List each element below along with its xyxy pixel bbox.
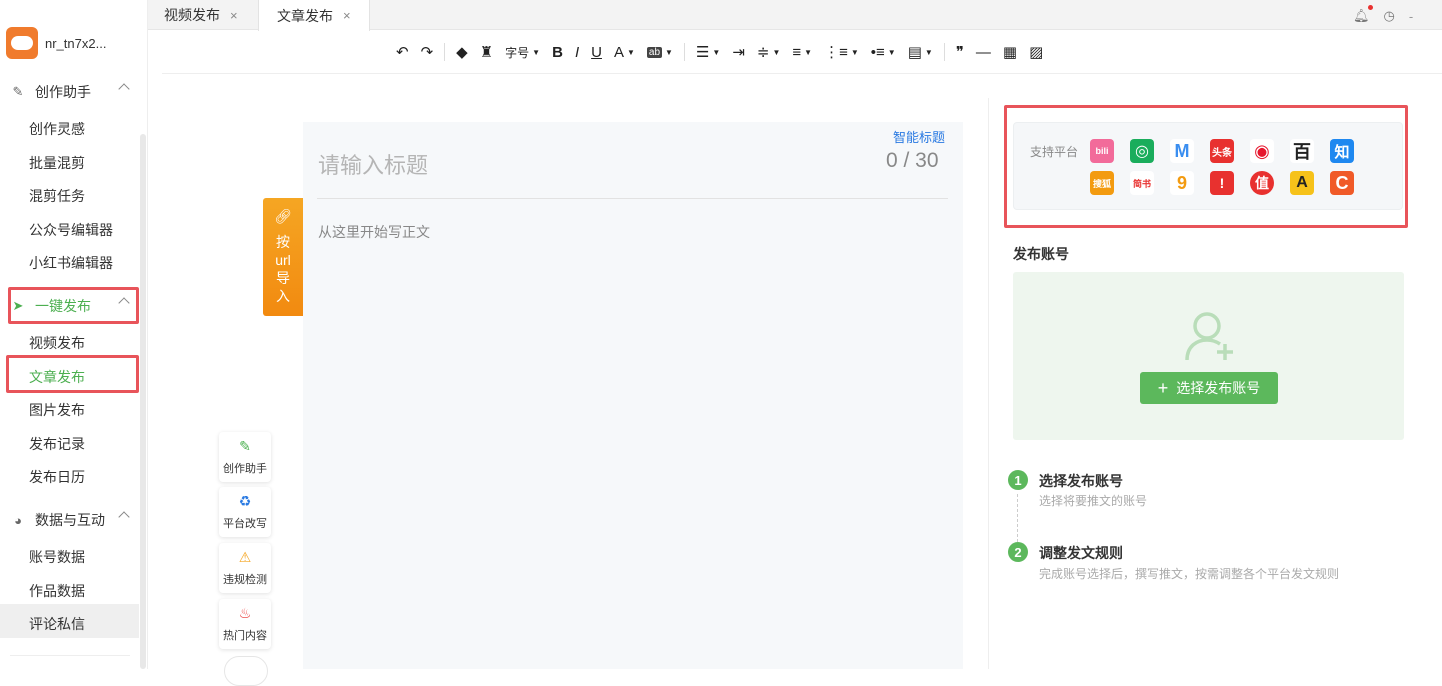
chevron-up-icon bbox=[118, 83, 130, 95]
step-connector bbox=[1017, 494, 1018, 542]
underline-button[interactable]: U bbox=[585, 40, 608, 64]
sidebar-item-image-publish[interactable]: 图片发布 bbox=[29, 400, 139, 420]
fire-icon: ♨ bbox=[238, 605, 252, 621]
sidebar-item-comments[interactable]: 评论私信 bbox=[29, 614, 139, 634]
title-divider bbox=[317, 198, 948, 199]
step-2-title: 调整发文规则 bbox=[1039, 545, 1123, 561]
username: nr_tn7x2... bbox=[45, 35, 107, 51]
sidebar-item-xiaohongshu-editor[interactable]: 小红书编辑器 bbox=[29, 253, 139, 273]
tool-hot-content[interactable]: ♨ 热门内容 bbox=[219, 599, 271, 649]
format-painter-icon[interactable]: ♜ bbox=[474, 40, 499, 64]
table-icon[interactable]: ▦ bbox=[997, 40, 1023, 64]
step-1-desc: 选择将要推文的账号 bbox=[1039, 494, 1148, 508]
url-import-button[interactable]: 🔗︎ 按url导入 bbox=[263, 198, 303, 316]
editor-area[interactable] bbox=[303, 122, 963, 669]
sidebar-section-creation[interactable]: ✎ 创作助手 bbox=[10, 75, 138, 109]
tab-article-publish[interactable]: 文章发布 × bbox=[258, 0, 370, 31]
sidebar-item-account-data[interactable]: 账号数据 bbox=[29, 547, 139, 567]
pen-icon: ✎ bbox=[12, 84, 24, 99]
smart-title-link[interactable]: 智能标题 bbox=[893, 127, 945, 146]
sidebar-item-works-data[interactable]: 作品数据 bbox=[29, 581, 139, 601]
pen-icon: ✎ bbox=[239, 438, 251, 454]
toolbar-separator bbox=[943, 43, 945, 61]
recycle-icon: ♻ bbox=[238, 493, 252, 509]
title-input[interactable]: 请输入标题 bbox=[318, 148, 428, 180]
step-1-title: 选择发布账号 bbox=[1039, 473, 1123, 489]
image-icon[interactable]: ▨ bbox=[1023, 40, 1049, 64]
more-tools-button[interactable] bbox=[224, 656, 268, 686]
tool-violation-check[interactable]: ⚠ 违规检测 bbox=[219, 543, 271, 593]
editor-toolbar: ↶ ↷ ◆ ♜ 字号 ▼ B I U A ▼ ab ▼ ☰ ▼ ⇥ ≑ ▼ ≡ ▼ ⋮≡ ▼ … bbox=[390, 40, 1049, 64]
sidebar-item-wechat-editor[interactable]: 公众号编辑器 bbox=[29, 220, 139, 240]
toolbar-separator bbox=[444, 43, 446, 61]
bell-icon[interactable]: 🔔︎ bbox=[1353, 5, 1373, 24]
chevron-up-icon bbox=[118, 511, 130, 523]
sidebar-item-inspiration[interactable]: 创作灵感 bbox=[29, 119, 139, 139]
bold-button[interactable]: B bbox=[546, 40, 569, 64]
step-2-badge: 2 bbox=[1008, 542, 1028, 562]
sidebar-section-data[interactable]: ◕ 数据与互动 bbox=[10, 503, 138, 537]
sidebar-scrollbar[interactable] bbox=[140, 134, 146, 669]
block-format-icon[interactable]: ▤ ▼ bbox=[902, 40, 939, 64]
italic-button[interactable]: I bbox=[569, 40, 585, 64]
tool-platform-rewrite[interactable]: ♻ 平台改写 bbox=[219, 487, 271, 537]
sidebar-item-publish-calendar[interactable]: 发布日历 bbox=[29, 467, 139, 487]
highlight-box-article-publish bbox=[6, 355, 139, 393]
user-profile[interactable]: nr_tn7x2... bbox=[6, 26, 106, 60]
plus-icon: + bbox=[1157, 377, 1169, 398]
sidebar-item-video-publish[interactable]: 视频发布 bbox=[29, 333, 139, 353]
pie-chart-icon: ◕ bbox=[14, 512, 22, 528]
undo-icon[interactable]: ↶ bbox=[390, 40, 415, 64]
link-icon: 🔗︎ bbox=[274, 208, 292, 224]
redo-icon[interactable]: ↷ bbox=[415, 40, 440, 64]
minimize-icon[interactable]: - bbox=[1409, 9, 1413, 24]
line-height-icon[interactable]: ≑ ▼ bbox=[751, 40, 787, 64]
font-color-dropdown[interactable]: A ▼ bbox=[608, 40, 641, 64]
quote-icon[interactable]: ❞ bbox=[950, 40, 970, 64]
toolbar-divider bbox=[162, 73, 1442, 74]
sidebar: nr_tn7x2... ✎ 创作助手 创作灵感 批量混剪 混剪任务 公众号编辑器… bbox=[0, 0, 148, 669]
sidebar-item-batch-mix[interactable]: 批量混剪 bbox=[29, 153, 139, 173]
clock-icon[interactable]: ◷ bbox=[1384, 8, 1395, 24]
align-left-icon[interactable]: ☰ ▼ bbox=[690, 40, 726, 64]
font-size-dropdown[interactable]: 字号 ▼ bbox=[499, 40, 546, 64]
highlight-dropdown[interactable]: ab ▼ bbox=[641, 40, 679, 64]
indent-icon[interactable]: ⇥ bbox=[726, 40, 751, 64]
user-plus-icon bbox=[1185, 312, 1233, 361]
title-counter: 0 / 30 bbox=[886, 149, 939, 172]
close-icon[interactable]: × bbox=[343, 8, 351, 23]
avatar bbox=[6, 27, 38, 59]
warning-search-icon: ⚠ bbox=[238, 549, 252, 565]
top-right-icons: 🔔︎ ◷ - bbox=[1353, 5, 1413, 24]
tab-video-publish[interactable]: 视频发布 × bbox=[164, 0, 238, 30]
paragraph-spacing-icon[interactable]: ≡ ▼ bbox=[786, 40, 818, 64]
select-account-button[interactable]: + 选择发布账号 bbox=[1140, 372, 1278, 404]
unordered-list-icon[interactable]: •≡ ▼ bbox=[865, 40, 902, 64]
toolbar-separator bbox=[683, 43, 685, 61]
highlight-box-platforms bbox=[1004, 105, 1408, 228]
close-icon[interactable]: × bbox=[230, 8, 238, 23]
horizontal-rule-icon[interactable]: — bbox=[970, 40, 997, 64]
account-section-title: 发布账号 bbox=[1013, 246, 1069, 262]
sidebar-item-mix-tasks[interactable]: 混剪任务 bbox=[29, 186, 139, 206]
highlight-box-publish-section bbox=[8, 287, 139, 324]
body-input[interactable]: 从这里开始写正文 bbox=[318, 222, 430, 242]
ordered-list-icon[interactable]: ⋮≡ ▼ bbox=[818, 40, 865, 64]
divider bbox=[10, 655, 130, 656]
step-1-badge: 1 bbox=[1008, 470, 1028, 490]
step-2-desc: 完成账号选择后，撰写推文，按需调整各个平台发文规则 bbox=[1039, 567, 1340, 581]
panel-divider bbox=[988, 98, 989, 669]
eraser-icon[interactable]: ◆ bbox=[450, 40, 474, 64]
tab-bar: 视频发布 × 文章发布 × bbox=[148, 0, 1442, 31]
sidebar-item-publish-records[interactable]: 发布记录 bbox=[29, 434, 139, 454]
tool-creation-assistant[interactable]: ✎ 创作助手 bbox=[219, 432, 271, 482]
